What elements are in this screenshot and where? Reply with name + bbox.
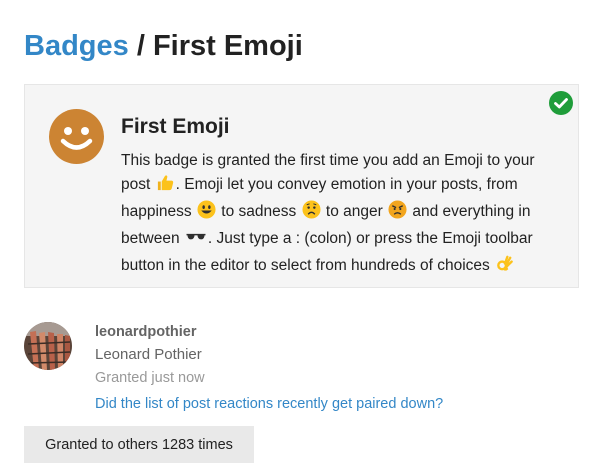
description-text: . Just type a : (colon) or press the Emo… (121, 230, 533, 274)
description-text: to sadness (216, 203, 297, 220)
thumbs-up-emoji-icon (156, 173, 175, 200)
breadcrumb-current: First Emoji (152, 30, 303, 62)
ok-hand-emoji-icon (495, 254, 514, 281)
post-link[interactable]: Did the list of post reactions recently … (95, 396, 443, 412)
sunglasses-emoji-icon (185, 227, 207, 254)
smiley-face-icon (49, 109, 104, 164)
user-full-name: Leonard Pothier (95, 346, 202, 363)
granted-to-others-button[interactable]: Granted to others 1283 times (24, 426, 254, 463)
smiley-emoji-icon (197, 200, 216, 227)
description-text: to anger (321, 203, 383, 220)
badges-breadcrumb-link[interactable]: Badges (24, 30, 129, 62)
granted-check-icon (549, 91, 573, 115)
badge-name: First Emoji (121, 115, 230, 138)
angry-emoji-icon (388, 200, 407, 227)
breadcrumb-separator: / (128, 30, 153, 62)
worried-emoji-icon (302, 200, 321, 227)
badge-card: First Emoji This badge is granted the fi… (24, 84, 579, 288)
badge-description: This badge is granted the first time you… (121, 149, 566, 281)
granted-time: Granted just now (95, 370, 205, 386)
avatar[interactable] (24, 322, 72, 370)
page-title: Badges / First Emoji (24, 28, 303, 64)
username-link[interactable]: leonardpothier (95, 324, 197, 340)
